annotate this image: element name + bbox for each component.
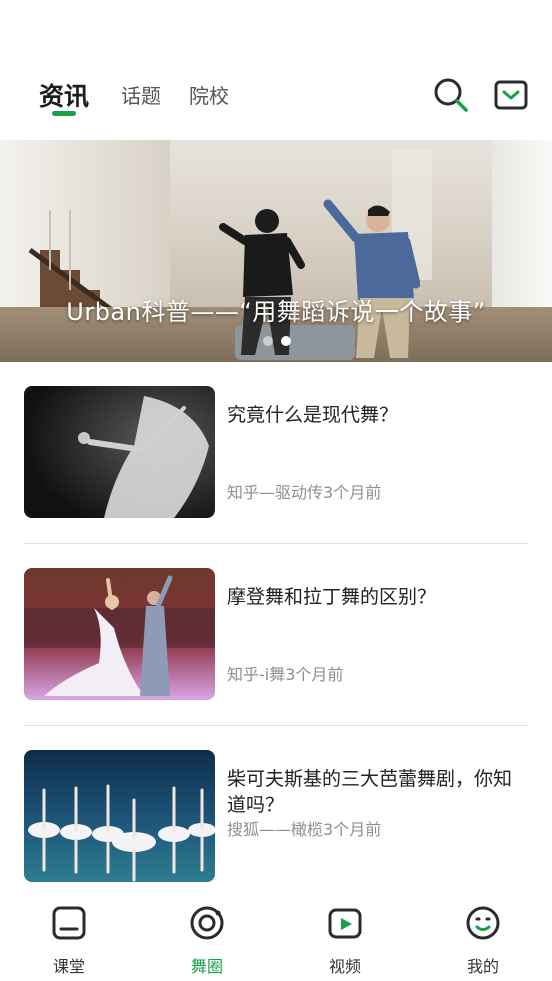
top-nav: 资讯 话题 院校 [0, 62, 552, 140]
news-time: 3个月前 [285, 665, 344, 684]
nav-label: 舞圈 [190, 957, 223, 976]
profile-icon [466, 906, 500, 940]
news-source: 知乎-i舞 [227, 665, 286, 684]
news-title: 柴可夫斯基的三大芭蕾舞剧，你知道吗？ [227, 768, 513, 816]
status-bar [0, 0, 552, 62]
news-meta: 搜狐——橄榄3个月前 [227, 816, 381, 840]
news-source: 知乎—驱动传 [227, 483, 324, 502]
video-icon [328, 908, 362, 939]
news-thumbnail [24, 568, 215, 700]
nav-label: 课堂 [52, 957, 85, 976]
dance-circle-icon [190, 906, 224, 940]
divider [24, 725, 528, 726]
news-title: 究竟什么是现代舞？ [227, 404, 399, 426]
bottom-nav: 课堂 舞圈 视频 我的 [0, 885, 552, 981]
news-item[interactable]: 摩登舞和拉丁舞的区别？ 知乎-i舞3个月前 [24, 568, 528, 750]
carousel-dot-active[interactable] [281, 336, 291, 346]
news-time: 3个月前 [323, 820, 382, 839]
search-icon[interactable] [432, 76, 470, 114]
carousel-indicator [263, 336, 291, 346]
nav-dance-circle[interactable]: 舞圈 [138, 885, 276, 981]
news-list: 究竟什么是现代舞？ 知乎—驱动传3个月前 摩登舞和拉丁舞的区别？ 知乎-i舞3个… [24, 386, 528, 932]
news-source: 搜狐——橄榄 [227, 820, 324, 839]
nav-classroom[interactable]: 课堂 [0, 885, 138, 981]
news-meta: 知乎—驱动传3个月前 [227, 479, 381, 503]
nav-video[interactable]: 视频 [276, 885, 414, 981]
tab-schools[interactable]: 院校 [189, 80, 229, 109]
nav-profile[interactable]: 我的 [414, 885, 552, 981]
banner-dancer-1 [219, 209, 305, 355]
message-icon[interactable] [492, 76, 530, 114]
news-title: 摩登舞和拉丁舞的区别？ [227, 586, 437, 608]
tab-news[interactable]: 资讯 [39, 77, 89, 113]
banner-carousel[interactable]: Urban科普——“用舞蹈诉说一个故事” [0, 140, 552, 362]
classroom-icon [52, 906, 86, 940]
news-meta: 知乎-i舞3个月前 [227, 661, 343, 685]
news-thumbnail [24, 386, 215, 518]
banner-caption: Urban科普——“用舞蹈诉说一个故事” [66, 298, 486, 326]
news-time: 3个月前 [323, 483, 382, 502]
banner-dancer-2 [323, 199, 420, 358]
nav-label: 视频 [328, 957, 361, 976]
nav-label: 我的 [466, 957, 499, 976]
news-item[interactable]: 究竟什么是现代舞？ 知乎—驱动传3个月前 [24, 386, 528, 568]
divider [24, 543, 528, 544]
tab-topics[interactable]: 话题 [121, 80, 161, 109]
carousel-dot[interactable] [263, 336, 273, 346]
active-tab-indicator [52, 111, 76, 116]
news-thumbnail [24, 750, 215, 882]
